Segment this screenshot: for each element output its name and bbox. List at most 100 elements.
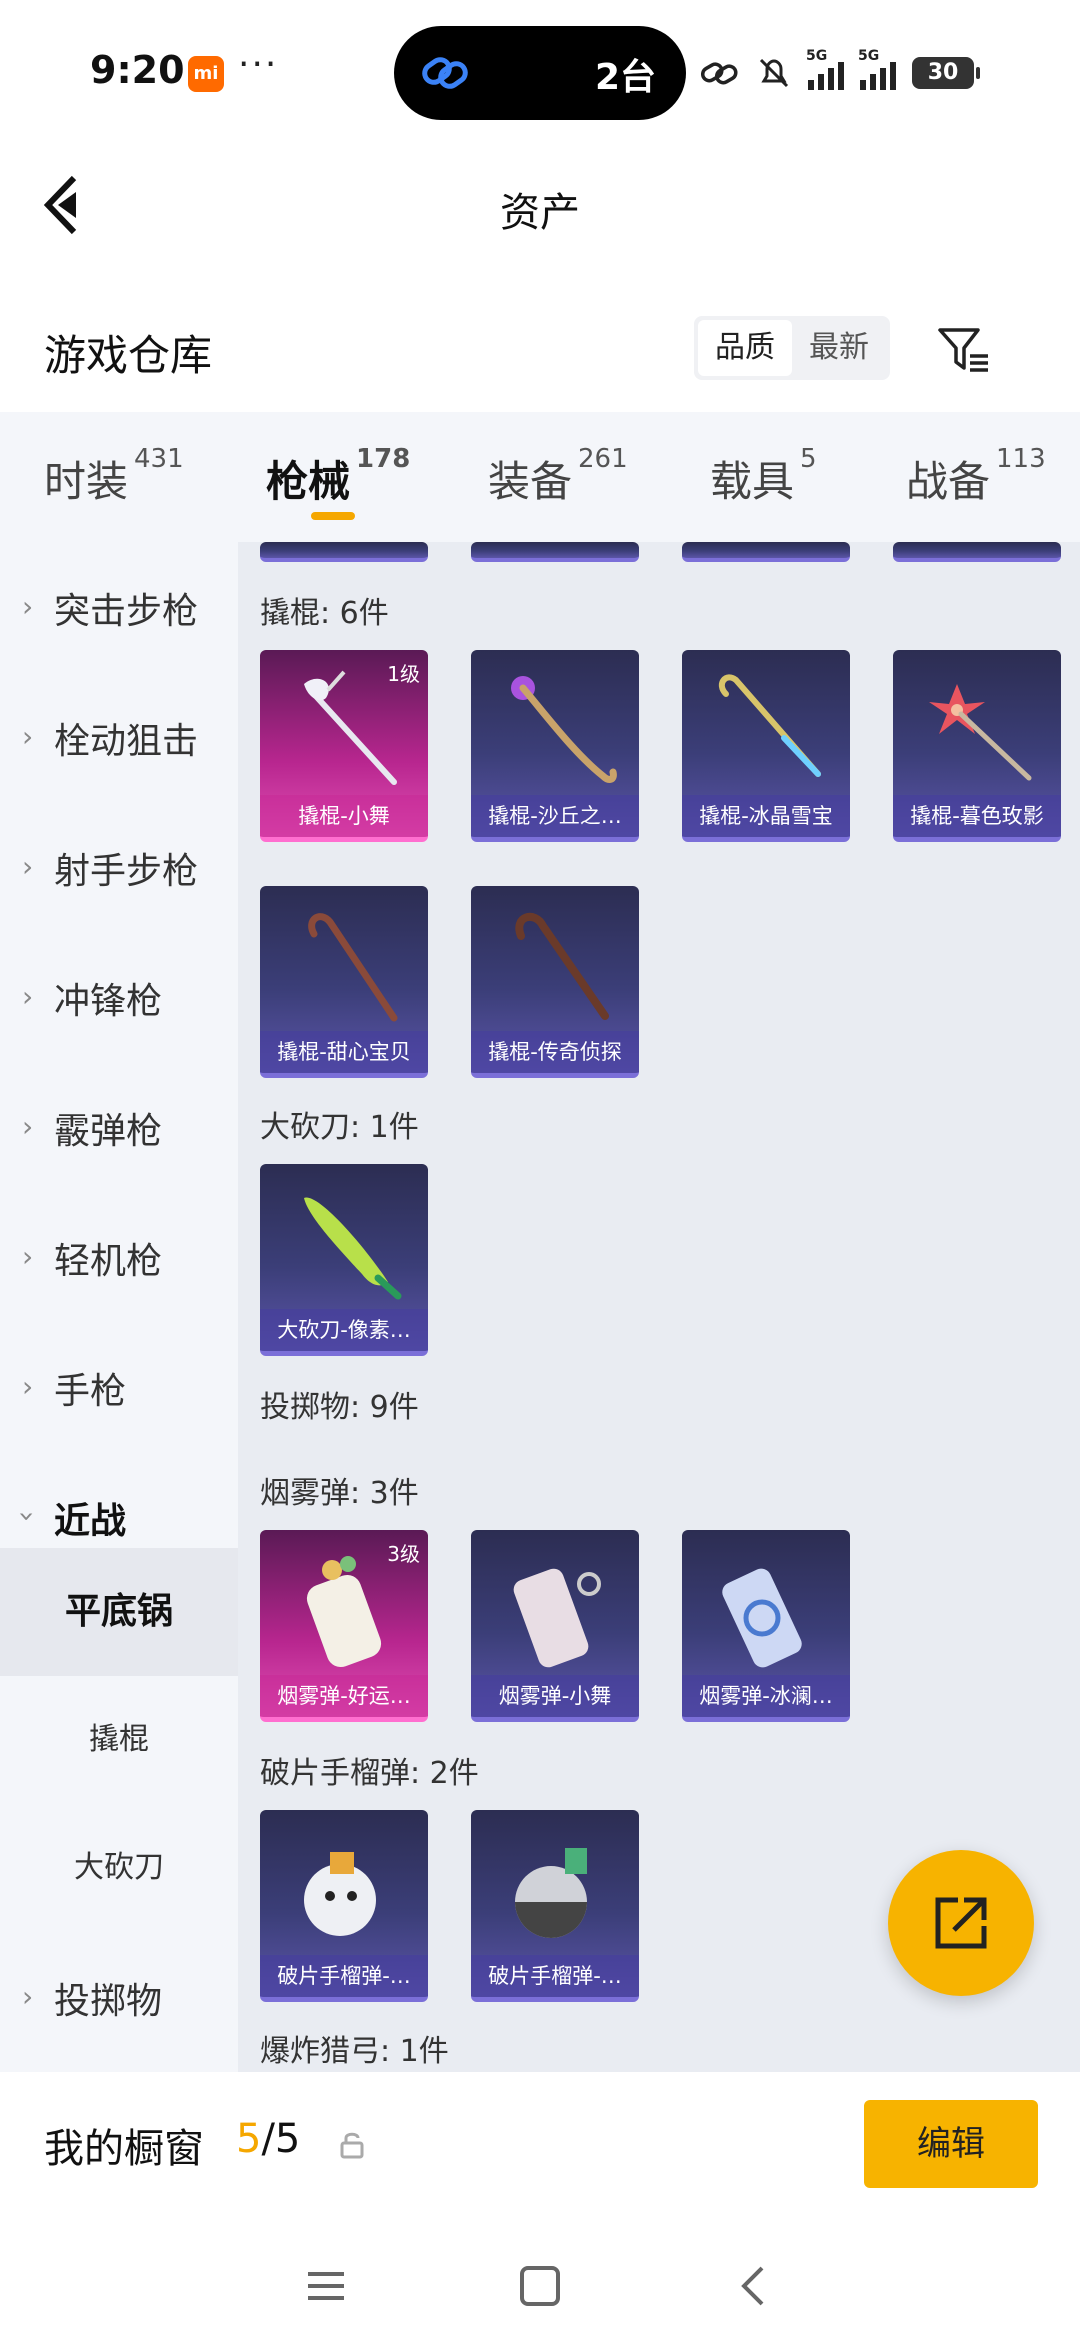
smoke-grenade-image <box>513 1568 601 1668</box>
sidebar-sub-crowbar[interactable]: 撬棍 <box>0 1676 238 1804</box>
item-card[interactable]: 大砍刀-像素… <box>260 1164 428 1356</box>
edit-button[interactable]: 编辑 <box>864 2100 1038 2188</box>
item-name: 烟雾弹-好运… <box>260 1675 428 1717</box>
showcase-count: 5/5 <box>236 2116 301 2162</box>
tab-vehicles[interactable]: 载具 5 <box>710 444 817 509</box>
share-icon <box>935 1897 987 1949</box>
more-notifications-icon: ··· <box>238 44 279 85</box>
item-card-partial[interactable] <box>682 542 850 562</box>
item-card[interactable]: 撬棍-甜心宝贝 <box>260 886 428 1078</box>
mi-app-icon: mi <box>188 56 224 92</box>
chevron-right-icon: › <box>22 1370 34 1403</box>
warehouse-header: 游戏仓库 品质 最新 <box>0 280 1080 410</box>
group-label-frag: 破片手榴弹: 2件 <box>260 1756 479 1791</box>
chevron-right-icon: › <box>22 1110 34 1143</box>
status-bar: 9:20 mi ··· 2台 5G 5G 30 <box>0 0 1080 140</box>
frag-grenade-image <box>304 1852 376 1936</box>
home-icon[interactable] <box>510 2256 570 2316</box>
tab-firearms[interactable]: 枪械 178 <box>266 444 410 509</box>
link-status-icon <box>700 62 738 85</box>
page-title: 资产 <box>500 190 580 236</box>
item-card[interactable]: 撬棍-传奇侦探 <box>471 886 639 1078</box>
share-button[interactable] <box>888 1850 1034 1996</box>
item-level-badge: 3级 <box>387 1542 420 1566</box>
item-name: 撬棍-甜心宝贝 <box>260 1031 428 1073</box>
sidebar-sub-pan[interactable]: 平底锅 <box>0 1548 238 1676</box>
dynamic-island[interactable]: 2台 <box>394 26 686 120</box>
machete-image <box>304 1197 402 1300</box>
item-card[interactable]: 破片手榴弹-… <box>471 1810 639 2002</box>
item-card[interactable]: 撬棍-暮色玫影 <box>893 650 1061 842</box>
group-label-throwables: 投掷物: 9件 <box>260 1390 419 1425</box>
status-icons: 5G 5G 30 <box>700 48 980 98</box>
sidebar-item-assault-rifle[interactable]: › 突击步枪 <box>0 542 238 672</box>
item-card[interactable]: 烟雾弹-冰澜… <box>682 1530 850 1722</box>
system-nav-bar <box>0 2220 1080 2347</box>
tab-fashion[interactable]: 时装 431 <box>44 444 184 509</box>
chevron-right-icon: › <box>22 980 34 1013</box>
item-name: 烟雾弹-冰澜… <box>682 1675 850 1717</box>
warehouse-title: 游戏仓库 <box>44 331 213 380</box>
item-card-partial[interactable] <box>893 542 1061 562</box>
showcase-label: 我的橱窗 <box>44 2126 204 2172</box>
sidebar-item-pistol[interactable]: › 手枪 <box>0 1322 238 1452</box>
tab-equipment[interactable]: 装备 261 <box>488 444 628 509</box>
mute-bell-icon <box>759 58 789 88</box>
link-icon <box>422 57 468 89</box>
item-name: 大砍刀-像素… <box>260 1309 428 1351</box>
item-card[interactable]: 3级 烟雾弹-好运… <box>260 1530 428 1722</box>
item-card[interactable]: 烟雾弹-小舞 <box>471 1530 639 1722</box>
lock-icon <box>340 2132 364 2159</box>
chevron-right-icon: › <box>22 1240 34 1273</box>
chevron-right-icon: › <box>22 720 34 753</box>
item-card[interactable]: 1级 撬棍-小舞 <box>260 650 428 842</box>
smoke-grenade-image <box>722 1568 802 1668</box>
item-card[interactable]: 破片手榴弹-… <box>260 1810 428 2002</box>
sort-by-quality[interactable]: 品质 <box>698 320 792 376</box>
item-card-partial[interactable] <box>471 542 639 562</box>
category-tabs: 时装 431 枪械 178 装备 261 载具 5 战备 113 <box>0 412 1080 542</box>
signal-5g-1-icon: 5G <box>806 48 844 90</box>
crowbar-image <box>308 913 398 1022</box>
tab-combat-supplies[interactable]: 战备 113 <box>906 444 1046 509</box>
signal-5g-2-icon: 5G <box>858 48 896 90</box>
item-name: 撬棍-冰晶雪宝 <box>682 795 850 837</box>
group-label-bow: 爆炸猎弓: 1件 <box>260 2034 449 2069</box>
weapon-category-sidebar: › 突击步枪 › 栓动狙击 › 射手步枪 › 冲锋枪 › 霰弹枪 › 轻机枪 › 手枪 › 近战… <box>0 542 238 2072</box>
item-card-partial[interactable] <box>260 542 428 562</box>
item-name: 撬棍-传奇侦探 <box>471 1031 639 1073</box>
sidebar-item-bolt-sniper[interactable]: › 栓动狙击 <box>0 672 238 802</box>
battery-icon: 30 <box>912 57 980 89</box>
sidebar-sub-machete[interactable]: 大砍刀 <box>0 1804 238 1932</box>
sort-toggle: 品质 最新 <box>694 316 890 380</box>
app-header: 资产 <box>0 140 1080 270</box>
item-grid: 撬棍: 6件 1级 撬棍-小舞 撬棍-沙丘之… 撬棍-冰晶雪宝 撬棍-暮色玫影 … <box>238 542 1080 2072</box>
chevron-down-icon: › <box>11 1510 45 1523</box>
menu-icon[interactable] <box>296 2256 356 2316</box>
crowbar-image <box>929 684 1032 781</box>
group-label-smoke: 烟雾弹: 3件 <box>260 1476 419 1511</box>
sidebar-item-throwables[interactable]: › 投掷物 <box>0 1932 238 2062</box>
sidebar-item-lmg[interactable]: › 轻机枪 <box>0 1192 238 1322</box>
active-tab-indicator <box>311 512 355 520</box>
item-name: 撬棍-小舞 <box>260 795 428 837</box>
crowbar-image <box>718 674 821 777</box>
item-name: 烟雾弹-小舞 <box>471 1675 639 1717</box>
chevron-right-icon: › <box>22 1980 34 2013</box>
filter-icon[interactable] <box>934 320 994 380</box>
item-name: 撬棍-沙丘之… <box>471 795 639 837</box>
sidebar-item-smg[interactable]: › 冲锋枪 <box>0 932 238 1062</box>
status-time: 9:20 <box>90 48 185 92</box>
sidebar-item-shotgun[interactable]: › 霰弹枪 <box>0 1062 238 1192</box>
chevron-right-icon: › <box>22 590 34 623</box>
sidebar-item-marksman-rifle[interactable]: › 射手步枪 <box>0 802 238 932</box>
nav-back-icon[interactable] <box>724 2256 784 2316</box>
item-name: 破片手榴弹-… <box>471 1955 639 1997</box>
item-name: 破片手榴弹-… <box>260 1955 428 1997</box>
chevron-right-icon: › <box>22 850 34 883</box>
sort-by-newest[interactable]: 最新 <box>792 320 886 376</box>
item-level-badge: 1级 <box>387 662 420 686</box>
connected-devices: 2台 <box>594 57 656 98</box>
item-card[interactable]: 撬棍-沙丘之… <box>471 650 639 842</box>
item-card[interactable]: 撬棍-冰晶雪宝 <box>682 650 850 842</box>
